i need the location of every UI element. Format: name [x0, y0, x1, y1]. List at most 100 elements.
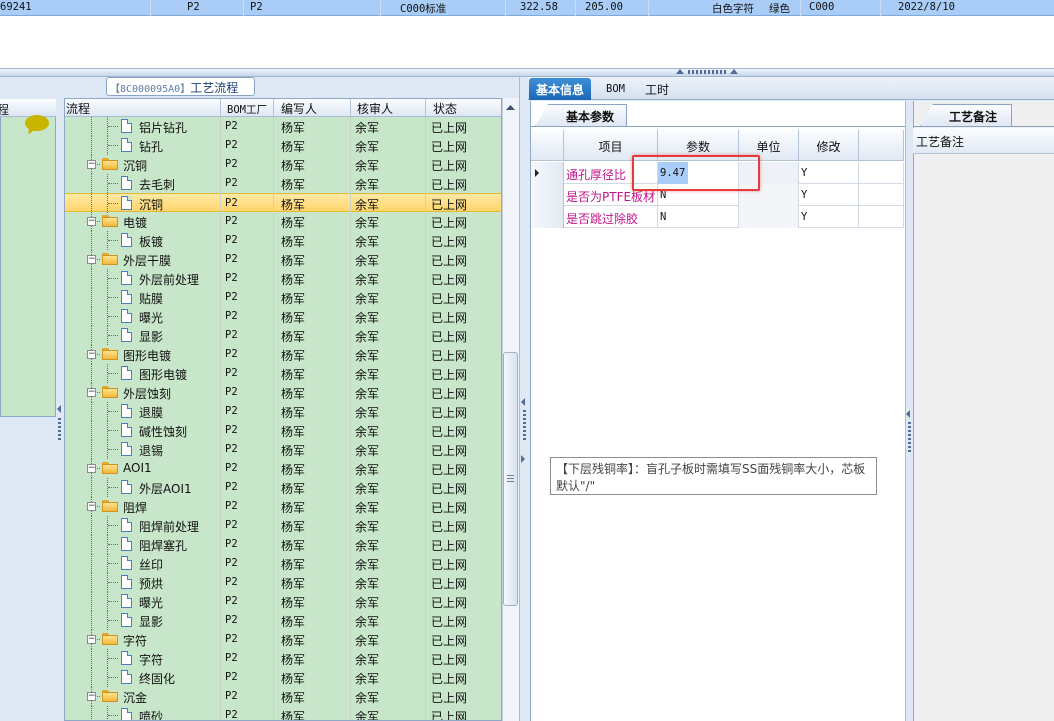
tree-row[interactable]: 曝光 P2 杨军 余军 已上网	[65, 592, 501, 611]
param-value[interactable]: N	[658, 206, 739, 228]
row-status: 已上网	[431, 140, 468, 154]
tree-row[interactable]: − AOI1 P2 杨军 余军 已上网	[65, 459, 501, 478]
param-unit[interactable]	[739, 206, 799, 228]
tree-line	[107, 706, 108, 720]
tree-row[interactable]: − 电镀 P2 杨军 余军 已上网	[65, 212, 501, 231]
tree-row[interactable]: 钻孔 P2 杨军 余军 已上网	[65, 136, 501, 155]
param-modify[interactable]: Y	[799, 162, 859, 184]
collapse-left-icon-2[interactable]	[521, 398, 525, 406]
folder-icon	[102, 462, 118, 474]
folder-icon	[102, 633, 118, 645]
tree-row[interactable]: − 外层干膜 P2 杨军 余军 已上网	[65, 250, 501, 269]
process-tree-grid[interactable]: 流程 BOM工厂 编写人 核审人 状态 铝片钻孔 P2 杨军 余军 已上网 钻孔 P2 杨军余…	[64, 98, 502, 721]
param-modify[interactable]: Y	[799, 206, 859, 228]
tree-node-label: 板镀	[139, 235, 164, 249]
document-icon	[121, 328, 132, 342]
tree-row[interactable]: 曝光 P2 杨军 余军 已上网	[65, 307, 501, 326]
tab-basic-info[interactable]: 基本信息	[529, 78, 592, 100]
row-author: 杨军	[281, 634, 306, 648]
document-icon	[121, 594, 132, 608]
tree-row[interactable]: 显影 P2 杨军 余军 已上网	[65, 326, 501, 345]
middle-splitter-grip-icon[interactable]	[523, 410, 526, 440]
tree-line	[91, 592, 92, 611]
folder-icon	[102, 158, 118, 170]
tree-row[interactable]: 显影 P2 杨军 余军 已上网	[65, 611, 501, 630]
collapse-node-icon[interactable]: −	[87, 350, 96, 359]
collapse-node-icon[interactable]: −	[87, 464, 96, 473]
row-reviewer: 余军	[355, 121, 380, 135]
collapse-node-icon[interactable]: −	[87, 388, 96, 397]
process-remarks-label: 工艺备注	[913, 128, 1054, 154]
tree-row[interactable]: 板镀 P2 杨军 余军 已上网	[65, 231, 501, 250]
row-reviewer: 余军	[355, 178, 380, 192]
tree-row[interactable]: 沉铜 P2 杨军 余军 已上网	[65, 193, 501, 213]
row-reviewer: 余军	[355, 710, 380, 721]
tree-row[interactable]: 去毛刺 P2 杨军 余军 已上网	[65, 174, 501, 193]
row-reviewer: 余军	[355, 539, 380, 553]
scroll-up-icon[interactable]	[503, 100, 518, 116]
col-flow[interactable]: 流程	[66, 100, 90, 117]
col-author[interactable]: 编写人	[281, 100, 317, 117]
column-divider	[220, 117, 221, 720]
tree-row[interactable]: 丝印 P2 杨军 余军 已上网	[65, 554, 501, 573]
process-remarks-panel[interactable]	[913, 101, 1054, 721]
tree-row[interactable]: 阻焊前处理 P2 杨军 余军 已上网	[65, 516, 501, 535]
row-reviewer: 余军	[355, 672, 380, 686]
row-header[interactable]	[531, 184, 564, 206]
tree-row[interactable]: − 字符 P2 杨军 余军 已上网	[65, 630, 501, 649]
tree-row[interactable]: 喷砂 P2 杨军 余军 已上网	[65, 706, 501, 721]
tab-work-hours[interactable]: 工时	[638, 78, 676, 100]
collapse-node-icon[interactable]: −	[87, 692, 96, 701]
tree-row[interactable]: − 沉铜 P2 杨军 余军 已上网	[65, 155, 501, 174]
tab-basic-params[interactable]: 基本参数	[535, 104, 627, 126]
collapse-node-icon[interactable]: −	[87, 502, 96, 511]
tree-row[interactable]: 终固化 P2 杨军 余军 已上网	[65, 668, 501, 687]
tree-branch	[108, 411, 118, 412]
tree-row[interactable]: 字符 P2 杨军 余军 已上网	[65, 649, 501, 668]
row-reviewer: 余军	[355, 558, 380, 572]
process-title-text: 工艺流程	[190, 81, 239, 95]
tree-row[interactable]: 退膜 P2 杨军 余军 已上网	[65, 402, 501, 421]
tree-row[interactable]: 外层AOI1 P2 杨军 余军 已上网	[65, 478, 501, 497]
tree-row[interactable]: 铝片钻孔 P2 杨军 余军 已上网	[65, 117, 501, 136]
tree-row[interactable]: 碱性蚀刻 P2 杨军 余军 已上网	[65, 421, 501, 440]
row-factory: P2	[225, 690, 238, 702]
selected-record-row[interactable]: 69241 P2 P2 C000标准 322.58 205.00 白色字符 绿色…	[0, 0, 1054, 16]
tab-process-remarks[interactable]: 工艺备注	[920, 104, 1012, 126]
row-header[interactable]	[531, 206, 564, 228]
expand-right-icon[interactable]	[521, 455, 525, 463]
tree-row[interactable]: − 图形电镀 P2 杨军 余军 已上网	[65, 345, 501, 364]
tree-row[interactable]: − 阻焊 P2 杨军 余军 已上网	[65, 497, 501, 516]
row-reviewer: 余军	[355, 311, 380, 325]
tree-line	[91, 174, 92, 193]
collapse-up-icon-2[interactable]	[730, 69, 738, 74]
tree-row[interactable]: − 外层蚀刻 P2 杨军 余军 已上网	[65, 383, 501, 402]
param-modify[interactable]: Y	[799, 184, 859, 206]
tree-row[interactable]: 预烘 P2 杨军 余军 已上网	[65, 573, 501, 592]
subtab-divider	[530, 126, 905, 127]
horizontal-splitter[interactable]	[0, 68, 1054, 77]
splitter-grip-icon[interactable]	[688, 70, 726, 74]
col-reviewer[interactable]: 核审人	[357, 100, 393, 117]
tree-row[interactable]: 图形电镀 P2 杨军 余军 已上网	[65, 364, 501, 383]
param-row[interactable]: 是否跳过除胶 N Y	[531, 206, 904, 228]
row-header[interactable]	[531, 162, 564, 184]
collapse-node-icon[interactable]: −	[87, 255, 96, 264]
tree-row[interactable]: 退锡 P2 杨军 余军 已上网	[65, 440, 501, 459]
collapse-node-icon[interactable]: −	[87, 160, 96, 169]
tree-node-label: AOI1	[123, 461, 152, 475]
collapse-node-icon[interactable]: −	[87, 635, 96, 644]
tree-row[interactable]: 贴膜 P2 杨军 余军 已上网	[65, 288, 501, 307]
tab-bom[interactable]: BOM	[606, 83, 625, 95]
col-factory[interactable]: BOM工厂	[227, 102, 267, 117]
col-status[interactable]: 状态	[433, 100, 457, 117]
collapse-up-icon[interactable]	[676, 69, 684, 74]
collapse-left-icon-3[interactable]	[906, 410, 910, 418]
col-modify[interactable]: 修改	[799, 130, 859, 161]
collapse-node-icon[interactable]: −	[87, 217, 96, 226]
folder-icon	[102, 386, 118, 398]
tree-row[interactable]: − 沉金 P2 杨军 余军 已上网	[65, 687, 501, 706]
right-splitter-grip-icon[interactable]	[908, 422, 911, 452]
tree-row[interactable]: 外层前处理 P2 杨军 余军 已上网	[65, 269, 501, 288]
tree-row[interactable]: 阻焊塞孔 P2 杨军 余军 已上网	[65, 535, 501, 554]
